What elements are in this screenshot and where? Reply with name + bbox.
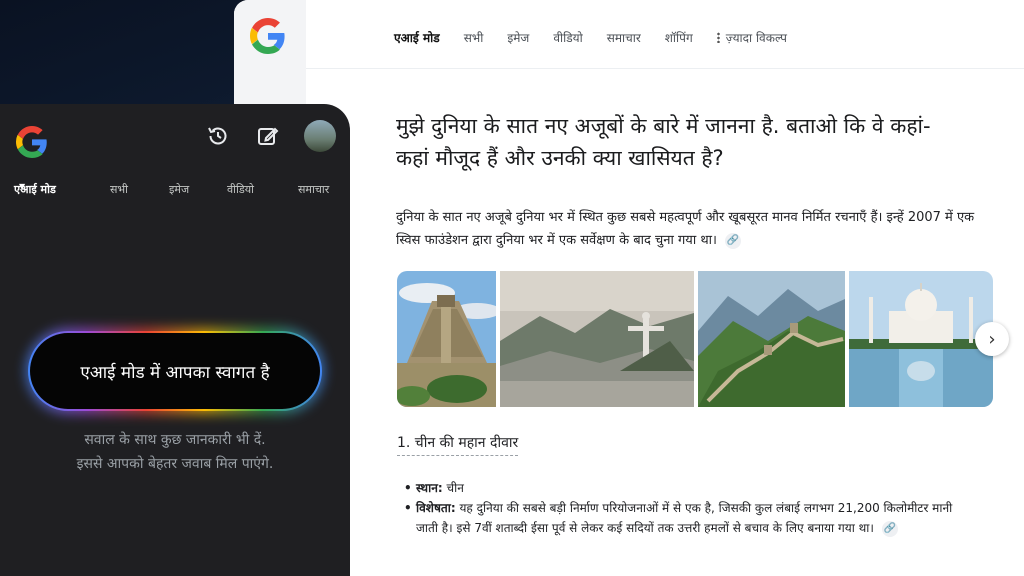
history-icon[interactable] <box>206 124 230 148</box>
ai-answer: दुनिया के सात नए अजूबे दुनिया भर में स्थ… <box>396 206 996 252</box>
welcome-button[interactable]: एआई मोड में आपका स्वागत है <box>28 331 322 411</box>
location-label: स्थान: <box>416 481 443 495</box>
feature-label: विशेषता: <box>416 501 456 515</box>
more-options-label: ज़्यादा विकल्प <box>725 30 787 45</box>
image-carousel <box>397 271 993 407</box>
subtext-line-2: इससे आपको बेहतर जवाब मिल पाएंगे. <box>76 456 274 472</box>
more-options[interactable]: ज़्यादा विकल्प <box>716 29 787 46</box>
tab-news[interactable]: समाचार <box>607 29 641 46</box>
subtext-line-1: सवाल के साथ कुछ जानकारी भी दें. <box>84 432 266 448</box>
link-icon[interactable]: 🔗 <box>725 232 742 249</box>
mobile-tab-bar: एआई मोड ▼ सभी इमेज वीडियो समाचार <box>14 182 350 202</box>
feature-value: यह दुनिया की सबसे बड़ी निर्माण परियोजनाओ… <box>416 501 953 535</box>
chevron-right-icon: › <box>988 328 996 350</box>
list-item: स्थान: चीन <box>404 478 964 498</box>
caret-down-icon: ▼ <box>19 182 26 191</box>
tab-images[interactable]: इमेज <box>507 29 529 46</box>
tab-news[interactable]: समाचार <box>298 182 329 197</box>
tab-images[interactable]: इमेज <box>169 182 189 197</box>
google-logo[interactable] <box>16 126 48 158</box>
desktop-tab-bar: एआई मोड सभी इमेज वीडियो समाचार शॉपिंग ज़… <box>394 26 787 48</box>
image-chichen-itza[interactable] <box>397 271 496 407</box>
tab-shopping[interactable]: शॉपिंग <box>665 29 693 46</box>
tab-ai-mode[interactable]: एआई मोड <box>394 29 440 46</box>
image-taj-mahal[interactable] <box>849 271 993 407</box>
section-heading: 1. चीन की महान दीवार <box>397 433 519 456</box>
user-question: मुझे दुनिया के सात नए अजूबों के बारे में… <box>396 114 931 170</box>
image-great-wall-of-china[interactable] <box>698 271 845 407</box>
tab-videos[interactable]: वीडियो <box>553 29 582 46</box>
image-christ-the-redeemer[interactable] <box>500 271 694 407</box>
header-divider <box>306 68 1024 69</box>
tab-all[interactable]: सभी <box>110 182 128 197</box>
google-logo[interactable] <box>250 18 286 54</box>
welcome-subtext: सवाल के साथ कुछ जानकारी भी दें. इससे आपक… <box>20 428 330 476</box>
edit-icon[interactable] <box>256 124 280 148</box>
desktop-results-panel: एआई मोड सभी इमेज वीडियो समाचार शॉपिंग ज़… <box>234 0 1024 576</box>
answer-text: दुनिया के सात नए अजूबे दुनिया भर में स्थ… <box>396 210 975 248</box>
carousel-next-button[interactable]: › <box>975 322 1009 356</box>
details-list: स्थान: चीन विशेषता: यह दुनिया की सबसे बड… <box>404 478 964 538</box>
avatar[interactable] <box>304 120 336 152</box>
location-value: चीन <box>446 481 464 495</box>
more-vert-icon <box>716 31 720 43</box>
tab-videos[interactable]: वीडियो <box>227 182 254 197</box>
tab-all[interactable]: सभी <box>464 29 484 46</box>
list-item: विशेषता: यह दुनिया की सबसे बड़ी निर्माण … <box>404 498 964 538</box>
mobile-ai-mode-panel: एआई मोड ▼ सभी इमेज वीडियो समाचार एआई मोड … <box>0 104 350 576</box>
link-icon[interactable]: 🔗 <box>881 520 898 537</box>
